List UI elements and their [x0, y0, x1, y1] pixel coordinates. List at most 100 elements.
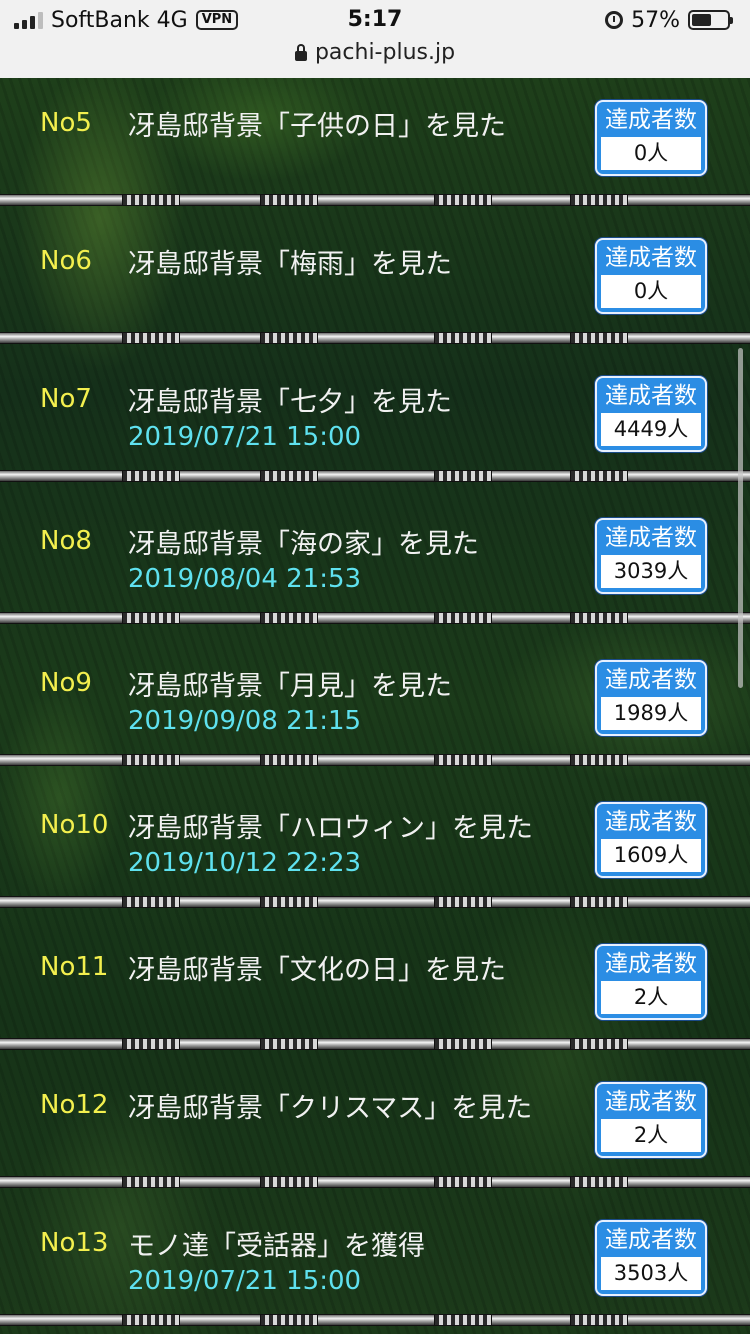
address-bar[interactable]: pachi-plus.jp	[0, 40, 750, 65]
achiever-count-label: 達成者数	[605, 245, 697, 271]
scrollbar[interactable]	[738, 348, 743, 688]
divider-ornament	[434, 612, 492, 624]
achiever-count-value: 0人	[601, 275, 701, 308]
row-divider	[0, 754, 750, 766]
divider-ornament	[122, 194, 180, 206]
achiever-count-label: 達成者数	[605, 107, 697, 133]
achievement-title: 冴島邸背景「海の家」を見た	[128, 529, 479, 560]
divider-ornament	[122, 1038, 180, 1050]
achiever-count-badge: 達成者数 3503人	[595, 1220, 707, 1296]
achievement-number: No7	[40, 384, 92, 414]
achievement-number: No12	[40, 1090, 109, 1120]
achiever-count-value: 2人	[601, 981, 701, 1014]
achiever-count-value: 3039人	[601, 555, 701, 588]
divider-ornament	[434, 1176, 492, 1188]
battery-icon	[688, 10, 733, 30]
achievement-title: 冴島邸背景「梅雨」を見た	[128, 249, 452, 280]
divider-ornament	[122, 332, 180, 344]
divider-ornament	[434, 1038, 492, 1050]
achiever-count-value: 0人	[601, 137, 701, 170]
divider-ornament	[570, 332, 628, 344]
achiever-count-value: 1609人	[601, 839, 701, 872]
achievement-row: No6 冴島邸背景「梅雨」を見た 達成者数 0人	[0, 216, 750, 358]
divider-ornament	[122, 754, 180, 766]
achievement-title: 冴島邸背景「子供の日」を見た	[128, 111, 506, 142]
achiever-count-badge: 達成者数 1609人	[595, 802, 707, 878]
divider-ornament	[434, 1314, 492, 1326]
achiever-count-label: 達成者数	[605, 383, 697, 409]
divider-ornament	[260, 1314, 318, 1326]
divider-ornament	[122, 470, 180, 482]
achiever-count-value: 3503人	[601, 1257, 701, 1290]
divider-ornament	[434, 896, 492, 908]
row-divider	[0, 1176, 750, 1188]
row-divider	[0, 332, 750, 344]
divider-ornament	[260, 612, 318, 624]
divider-ornament	[122, 612, 180, 624]
achiever-count-badge: 達成者数 4449人	[595, 376, 707, 452]
achiever-count-label: 達成者数	[605, 1089, 697, 1115]
divider-ornament	[434, 332, 492, 344]
achiever-count-badge: 達成者数 1989人	[595, 660, 707, 736]
divider-ornament	[570, 1038, 628, 1050]
divider-ornament	[434, 754, 492, 766]
achievement-title: 冴島邸背景「月見」を見た	[128, 671, 452, 702]
achievement-number: No13	[40, 1228, 109, 1258]
divider-ornament	[260, 194, 318, 206]
divider-ornament	[434, 194, 492, 206]
achiever-count-badge: 達成者数 3039人	[595, 518, 707, 594]
divider-ornament	[122, 1314, 180, 1326]
achievement-row: No8 冴島邸背景「海の家」を見た 2019/08/04 21:53 達成者数 3039…	[0, 496, 750, 638]
achiever-count-label: 達成者数	[605, 809, 697, 835]
status-right: 57%	[605, 6, 733, 34]
achiever-count-badge: 達成者数 2人	[595, 1082, 707, 1158]
achievement-title: 冴島邸背景「七夕」を見た	[128, 387, 452, 418]
achievement-number: No8	[40, 526, 92, 556]
achievement-date: 2019/07/21 15:00	[128, 1266, 362, 1296]
divider-ornament	[260, 1176, 318, 1188]
achiever-count-label: 達成者数	[605, 1227, 697, 1253]
lock-icon	[294, 43, 307, 61]
row-divider	[0, 1314, 750, 1326]
achievement-row: No13 モノ達「受話器」を獲得 2019/07/21 15:00 達成者数 3503人	[0, 1198, 750, 1334]
divider-ornament	[122, 1176, 180, 1188]
achievement-date: 2019/08/04 21:53	[128, 564, 362, 594]
achiever-count-badge: 達成者数 2人	[595, 944, 707, 1020]
achievement-number: No11	[40, 952, 109, 982]
achievement-row: No10 冴島邸背景「ハロウィン」を見た 2019/10/12 22:23 達成者数 1…	[0, 780, 750, 922]
achiever-count-label: 達成者数	[605, 667, 697, 693]
achievement-title: 冴島邸背景「ハロウィン」を見た	[128, 813, 533, 844]
achievement-title: モノ達「受話器」を獲得	[128, 1231, 425, 1262]
divider-ornament	[570, 612, 628, 624]
achievement-number: No10	[40, 810, 109, 840]
achievement-title: 冴島邸背景「文化の日」を見た	[128, 955, 506, 986]
url-text: pachi-plus.jp	[314, 40, 456, 65]
achievement-list[interactable]: No5 冴島邸背景「子供の日」を見た 達成者数 0人 No6 冴島邸背景「梅雨」を見た 達成…	[0, 78, 750, 1334]
divider-ornament	[570, 1314, 628, 1326]
achievement-row: No7 冴島邸背景「七夕」を見た 2019/07/21 15:00 達成者数 4449人	[0, 354, 750, 496]
achievement-title: 冴島邸背景「クリスマス」を見た	[128, 1093, 533, 1124]
achievement-date: 2019/10/12 22:23	[128, 848, 362, 878]
battery-percent: 57%	[631, 7, 680, 33]
row-divider	[0, 612, 750, 624]
divider-ornament	[570, 194, 628, 206]
row-divider	[0, 194, 750, 206]
divider-ornament	[122, 896, 180, 908]
divider-ornament	[260, 1038, 318, 1050]
achievement-date: 2019/09/08 21:15	[128, 706, 362, 736]
divider-ornament	[260, 754, 318, 766]
divider-ornament	[570, 896, 628, 908]
alarm-icon	[605, 11, 624, 29]
achievement-row: No12 冴島邸背景「クリスマス」を見た 達成者数 2人	[0, 1060, 750, 1202]
achievement-number: No6	[40, 246, 92, 276]
achievement-number: No5	[40, 108, 92, 138]
achiever-count-value: 4449人	[601, 413, 701, 446]
achiever-count-label: 達成者数	[605, 951, 697, 977]
achievement-row: No9 冴島邸背景「月見」を見た 2019/09/08 21:15 達成者数 1989人	[0, 638, 750, 780]
row-divider	[0, 896, 750, 908]
achievement-row: No11 冴島邸背景「文化の日」を見た 達成者数 2人	[0, 922, 750, 1064]
status-bar: SoftBank 4G VPN 5:17 57% pachi-plus.jp	[0, 0, 750, 78]
divider-ornament	[570, 754, 628, 766]
divider-ornament	[260, 332, 318, 344]
achievement-date: 2019/07/21 15:00	[128, 422, 362, 452]
